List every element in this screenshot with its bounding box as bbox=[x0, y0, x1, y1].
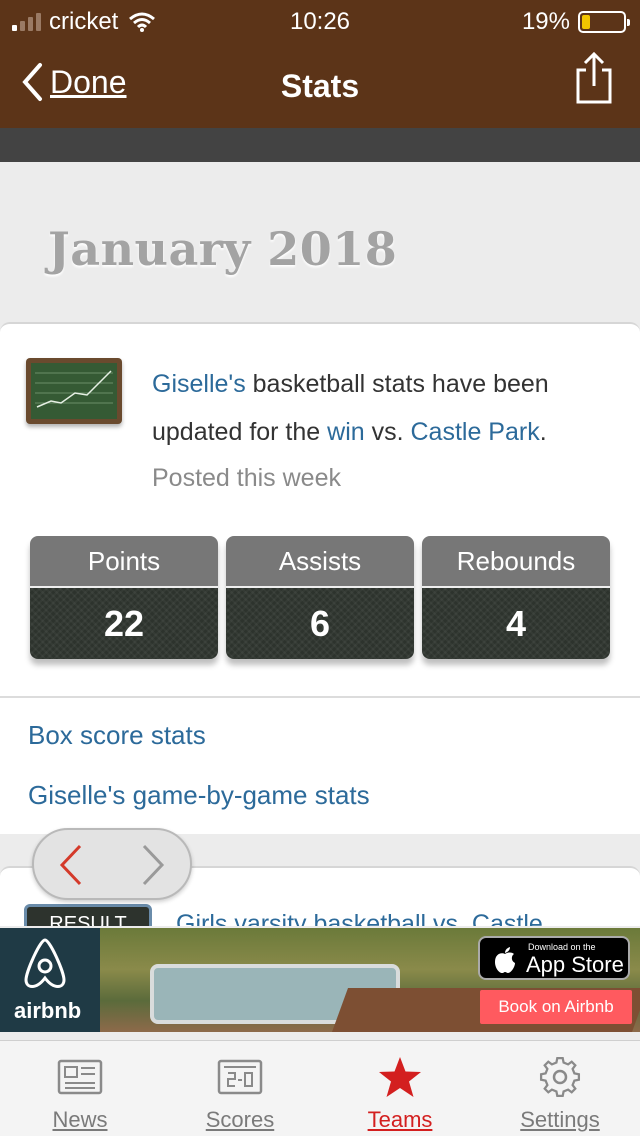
ad-banner[interactable]: airbnb Download on the App Store Book on… bbox=[0, 928, 640, 1032]
battery-icon bbox=[578, 11, 630, 33]
nav-bar: Done Stats bbox=[0, 40, 640, 128]
chalkboard-thumbnail bbox=[26, 358, 122, 424]
scoreboard-icon bbox=[217, 1059, 263, 1095]
page-title: Stats bbox=[280, 68, 360, 104]
status-bar: cricket 10:26 19% bbox=[0, 0, 640, 40]
tab-label: Teams bbox=[367, 1107, 433, 1132]
tab-label: News bbox=[52, 1107, 108, 1132]
month-heading: January 2018 bbox=[48, 222, 398, 276]
headline-text-3: . bbox=[539, 418, 547, 446]
stat-value: 22 bbox=[30, 588, 218, 659]
box-score-link[interactable]: Box score stats bbox=[28, 720, 206, 751]
stat-value: 4 bbox=[422, 588, 610, 659]
stat-assists: Assists 6 bbox=[226, 536, 414, 659]
tab-scores[interactable]: Scores bbox=[160, 1041, 320, 1136]
share-icon[interactable] bbox=[574, 50, 614, 106]
stat-value: 6 bbox=[226, 588, 414, 659]
story-headline: Giselle's basketball stats have been upd… bbox=[152, 360, 622, 456]
airbnb-logo-icon bbox=[24, 938, 66, 988]
app-store-badge[interactable]: Download on the App Store bbox=[478, 936, 630, 980]
ad-brand-name: airbnb bbox=[14, 998, 82, 1023]
posted-time: Posted this week bbox=[152, 464, 341, 492]
game-by-game-link[interactable]: Giselle's game-by-game stats bbox=[28, 780, 370, 811]
stat-points: Points 22 bbox=[30, 536, 218, 659]
result-badge: RESULT bbox=[24, 904, 152, 926]
chart-sketch-icon bbox=[35, 370, 113, 408]
app-store-text: App Store bbox=[526, 952, 624, 977]
stat-rebounds: Rebounds 4 bbox=[422, 536, 610, 659]
stats-story-card: Giselle's basketball stats have been upd… bbox=[0, 322, 640, 834]
battery-percent: 19% bbox=[521, 8, 570, 35]
status-right: 19% bbox=[521, 8, 630, 36]
tab-label: Scores bbox=[205, 1107, 275, 1132]
stat-label: Rebounds bbox=[422, 536, 610, 588]
tab-settings[interactable]: Settings bbox=[480, 1041, 640, 1136]
tab-bar: News Scores Teams Settings bbox=[0, 1040, 640, 1136]
stat-label: Points bbox=[30, 536, 218, 588]
ad-brand-panel: airbnb bbox=[0, 928, 100, 1032]
battery-fill bbox=[582, 15, 590, 29]
newspaper-icon bbox=[57, 1059, 103, 1095]
apple-icon bbox=[495, 947, 515, 973]
previous-arrow-icon[interactable] bbox=[54, 842, 86, 888]
tab-teams[interactable]: Teams bbox=[320, 1041, 480, 1136]
next-story-title[interactable]: Girls varsity basketball vs. Castle bbox=[176, 910, 543, 926]
star-icon bbox=[379, 1057, 421, 1097]
tab-label: Settings bbox=[520, 1107, 600, 1132]
tab-news[interactable]: News bbox=[0, 1041, 160, 1136]
next-arrow-icon[interactable] bbox=[138, 842, 170, 888]
card-divider bbox=[0, 696, 640, 698]
stat-label: Assists bbox=[226, 536, 414, 588]
gear-icon bbox=[539, 1056, 581, 1098]
app-store-small-text: Download on the bbox=[528, 942, 596, 952]
book-on-airbnb-button[interactable]: Book on Airbnb bbox=[480, 990, 632, 1024]
story-pager bbox=[32, 828, 192, 900]
result-link[interactable]: win bbox=[327, 418, 365, 446]
headline-text-2: vs. bbox=[364, 418, 411, 446]
opponent-link[interactable]: Castle Park bbox=[411, 418, 540, 446]
athlete-link[interactable]: Giselle's bbox=[152, 370, 246, 398]
header-strip bbox=[0, 128, 640, 162]
